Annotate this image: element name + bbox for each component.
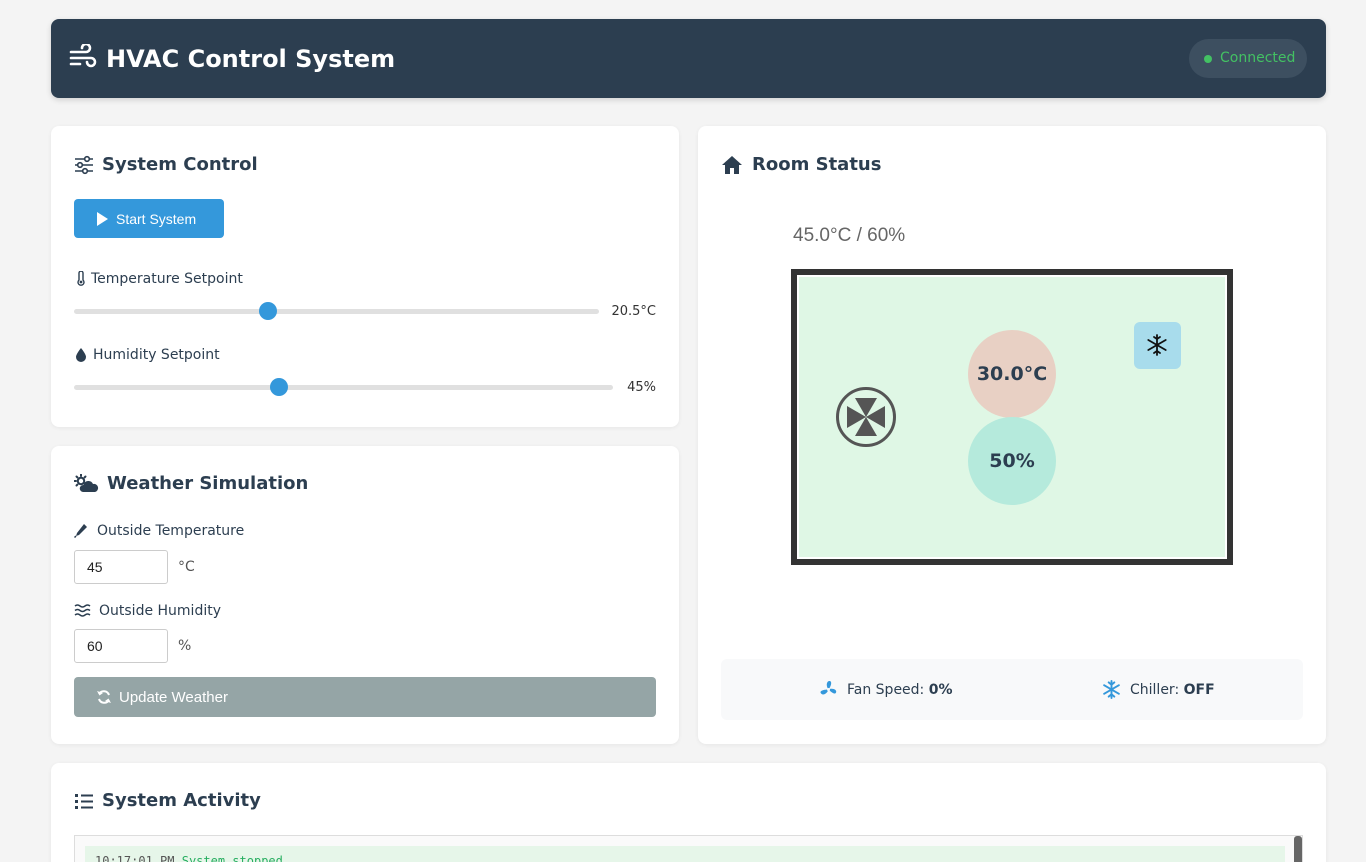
- app-header: HVAC Control System Connected: [51, 19, 1326, 98]
- room-diagram: 30.0°C 50%: [791, 269, 1233, 565]
- home-icon: [722, 156, 742, 174]
- room-humidity-indicator: 50%: [968, 417, 1056, 505]
- log-entry: 10:17:01 PM System stopped: [85, 846, 1285, 862]
- wind-icon: [69, 44, 97, 68]
- outside-temperature-input[interactable]: [74, 550, 168, 584]
- play-icon: [97, 212, 108, 226]
- log-scrollbar[interactable]: [1294, 836, 1302, 862]
- fan-icon: [836, 387, 896, 447]
- connection-status-badge: Connected: [1189, 39, 1307, 78]
- connection-status-text: Connected: [1220, 50, 1296, 66]
- temperature-slider-thumb[interactable]: [259, 302, 278, 320]
- activity-log[interactable]: 10:17:01 PM System stopped: [74, 835, 1303, 862]
- humidity-slider-thumb[interactable]: [269, 378, 288, 396]
- status-dot-icon: [1204, 55, 1212, 63]
- system-control-card: System Control Start System Temperature …: [51, 126, 679, 427]
- thermometer-half-icon: [74, 524, 87, 538]
- app-title: HVAC Control System: [106, 45, 396, 73]
- refresh-icon: [97, 690, 111, 704]
- thermometer-icon: [77, 271, 85, 286]
- system-activity-card: System Activity 10:17:01 PM System stopp…: [51, 763, 1326, 862]
- outside-humidity-unit: %: [178, 638, 192, 654]
- update-weather-button[interactable]: Update Weather: [74, 677, 656, 717]
- card-title-text: System Control: [102, 154, 258, 175]
- room-status-card: Room Status 45.0°C / 60% 30.0°C 50% Fan …: [698, 126, 1326, 744]
- outside-conditions-readout: 45.0°C / 60%: [793, 225, 906, 246]
- log-entry-message: System stopped: [181, 854, 283, 862]
- humidity-slider[interactable]: [74, 378, 613, 396]
- start-system-button[interactable]: Start System: [74, 199, 224, 238]
- temperature-setpoint-value: 20.5°C: [611, 304, 656, 319]
- chiller-snowflake-icon: [1103, 680, 1120, 699]
- fan-speed-value: 0%: [928, 682, 953, 698]
- outside-temperature-unit: °C: [178, 559, 195, 575]
- sliders-icon: [75, 155, 93, 175]
- snowflake-icon: [1147, 334, 1167, 356]
- update-weather-label: Update Weather: [119, 688, 228, 706]
- start-system-label: Start System: [116, 210, 197, 227]
- humidity-setpoint-value: 45%: [627, 380, 656, 395]
- cloud-sun-icon: [74, 474, 99, 492]
- room-status-bar: Fan Speed: 0% Chiller: OFF: [721, 659, 1303, 720]
- fan-speed-icon: [820, 680, 837, 695]
- chiller-unit: [1134, 322, 1181, 369]
- log-entry-time: 10:17:01 PM: [95, 854, 175, 862]
- room-floor: 30.0°C 50%: [799, 277, 1225, 557]
- chiller-state-value: OFF: [1183, 682, 1215, 698]
- droplet-icon: [76, 348, 86, 362]
- room-temperature-indicator: 30.0°C: [968, 330, 1056, 418]
- temperature-slider[interactable]: [74, 302, 599, 320]
- outside-humidity-input[interactable]: [74, 629, 168, 663]
- water-waves-icon: [74, 604, 91, 617]
- list-icon: [75, 794, 93, 809]
- weather-simulation-card: Weather Simulation Outside Temperature °…: [51, 446, 679, 744]
